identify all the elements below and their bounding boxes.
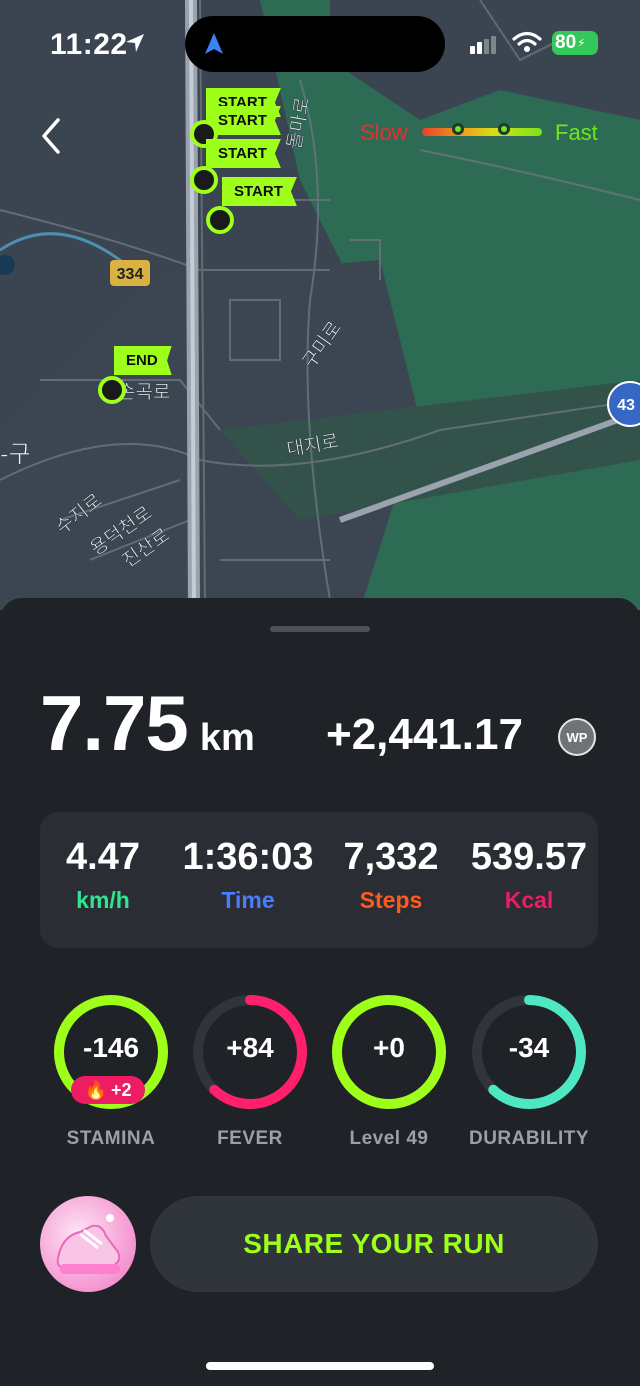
stat-value: 539.57 <box>470 836 588 878</box>
distance: 7.75 km <box>40 678 255 769</box>
sheet-grabber[interactable] <box>270 626 370 632</box>
wifi-icon <box>512 31 542 52</box>
legend-knob <box>498 123 510 135</box>
signal-icon <box>470 36 496 54</box>
back-button[interactable] <box>36 114 72 158</box>
location-arrow-icon <box>126 34 144 52</box>
map-canvas: 334 43 손곡로 대지로 구미로 돌마로 수지로 용덕천로 진산로 -구 <box>0 0 640 610</box>
distance-unit: km <box>199 717 255 759</box>
run-summary-sheet[interactable]: 7.75 km +2,441.17 WP 4.47 km/h 1:36:03 Ti… <box>0 598 640 1386</box>
speed-gradient-bar <box>422 128 542 136</box>
distance-value: 7.75 <box>40 679 189 767</box>
ring-value: -34 <box>508 1032 550 1063</box>
start-flag: START <box>222 177 297 206</box>
stat-value: 1:36:03 <box>182 836 314 878</box>
stamina-ring[interactable]: -146 🔥 +2 STAMINA <box>49 990 173 1149</box>
bonus-value: +2 <box>110 1079 132 1100</box>
ring-value: -146 <box>82 1032 140 1063</box>
stat-label: km/h <box>76 887 130 913</box>
sneaker-avatar-icon <box>56 1214 121 1274</box>
status-bar: 11:22 80 ⚡ <box>0 0 640 90</box>
ring-value: +0 <box>373 1032 405 1063</box>
sneaker-avatar[interactable] <box>40 1196 136 1292</box>
end-pin <box>98 376 126 404</box>
share-run-button[interactable]: SHARE YOUR RUN <box>150 1196 598 1292</box>
legend-knob <box>452 123 464 135</box>
battery-icon: 80 ⚡ <box>552 31 598 55</box>
stat-value: 7,332 <box>343 836 439 878</box>
fever-ring[interactable]: +84 FEVER <box>188 990 312 1149</box>
battery-level: 80 <box>555 32 577 53</box>
stat-kcal: 539.57 Kcal <box>470 836 588 914</box>
stat-label: Kcal <box>504 887 554 913</box>
stat-label: Steps <box>359 887 423 913</box>
fast-label: Fast <box>555 120 598 145</box>
stats-card: 4.47 km/h 1:36:03 Time 7,332 Steps 539.5… <box>40 812 598 948</box>
status-time: 11:22 <box>50 28 128 61</box>
navigation-icon <box>205 33 223 54</box>
slow-label: Slow <box>360 120 408 145</box>
route-sign-43: 43 <box>617 397 635 414</box>
durability-ring[interactable]: -34 DURABILITY <box>467 990 591 1149</box>
start-pin <box>190 166 218 194</box>
fire-icon: 🔥 <box>84 1079 107 1100</box>
stat-label: Time <box>221 887 275 913</box>
stat-time: 1:36:03 Time <box>178 836 318 914</box>
start-pin <box>206 206 234 234</box>
level-ring[interactable]: +0 Level 49 <box>327 990 451 1149</box>
stat-steps: 7,332 Steps <box>336 836 446 914</box>
end-flag: END <box>114 346 172 375</box>
ring-label: DURABILITY <box>468 1128 590 1149</box>
stat-value: 4.47 <box>66 836 140 878</box>
ring-value: +84 <box>226 1032 274 1063</box>
route-sign-334: 334 <box>117 266 144 283</box>
start-flag: START <box>206 139 281 168</box>
stat-speed: 4.47 km/h <box>62 836 144 914</box>
place-label-songok: 손곡로 <box>118 381 170 403</box>
stamina-bonus-badge: 🔥 +2 <box>71 1076 145 1104</box>
home-indicator[interactable] <box>206 1362 434 1370</box>
speed-legend: Slow Fast <box>360 118 620 148</box>
wp-token-icon: WP <box>558 718 596 756</box>
route-map[interactable]: 334 43 손곡로 대지로 구미로 돌마로 수지로 용덕천로 진산로 -구 S… <box>0 0 640 610</box>
points-earned: +2,441.17 <box>326 710 523 759</box>
place-label-gu: -구 <box>0 440 31 468</box>
back-chevron-icon <box>42 118 60 154</box>
